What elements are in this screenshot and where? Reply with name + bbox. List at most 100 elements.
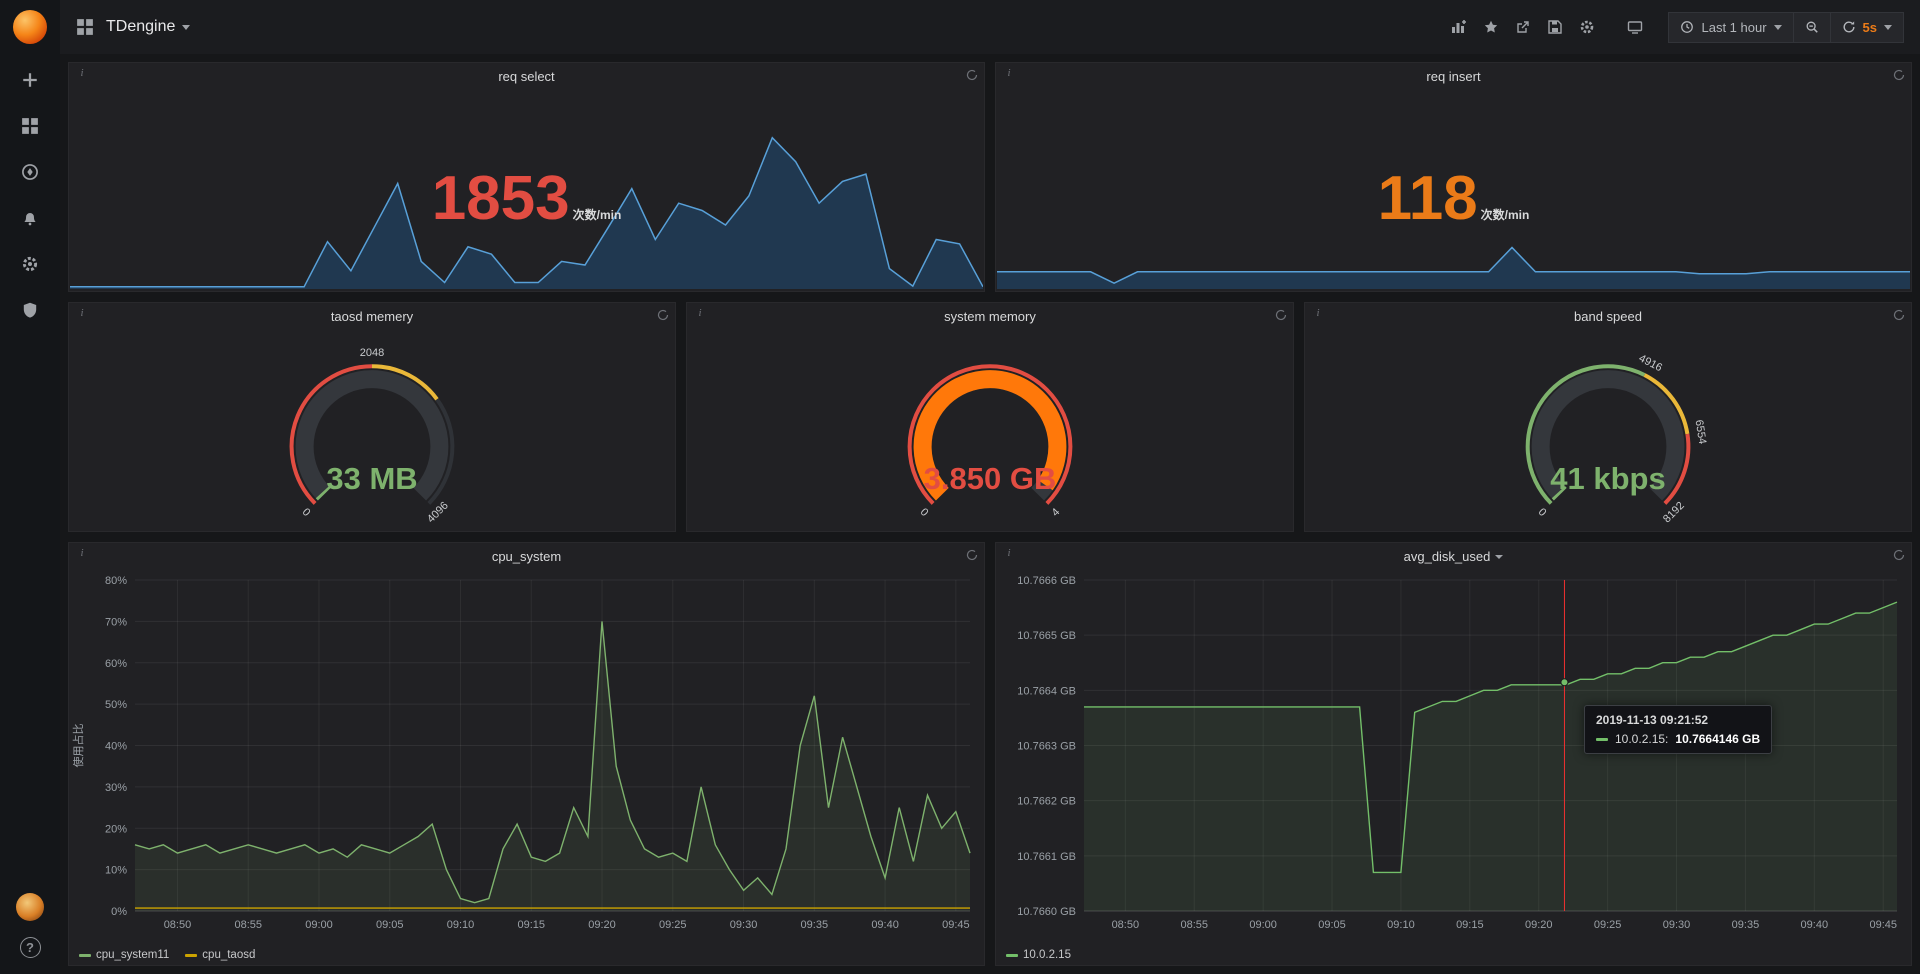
tooltip-value: 10.7664146 GB [1675, 732, 1760, 746]
panel-loading-icon [1893, 308, 1905, 326]
user-avatar[interactable] [16, 893, 44, 921]
grafana-logo-icon[interactable] [13, 10, 47, 44]
panel-title[interactable]: taosd memery [69, 303, 675, 330]
avg_disk_used-chart-svg: 10.7660 GB 10.7661 GB 10.7662 GB 10.7663 GB… [996, 570, 1911, 941]
panel-info-icon[interactable]: i [693, 306, 707, 320]
panel-cpu-system: i cpu_system 0%10%20%30%40%50%60%70%80%0… [68, 542, 985, 966]
series-color-icon [1596, 738, 1608, 741]
tv-mode-button[interactable] [1619, 12, 1651, 42]
gauge-threshold-label: 0 [918, 506, 931, 519]
panel-title-text: req select [498, 69, 554, 84]
y-tick-label: 10.7661 GB [1017, 851, 1076, 863]
panel-band-speed: i band speed 0491665548192 41 kbps [1304, 302, 1912, 532]
chart-legend: cpu_system11 cpu_taosd [79, 949, 255, 961]
x-tick-label: 09:45 [942, 919, 970, 931]
dashboard-grid-icon[interactable] [76, 18, 94, 36]
y-tick-label: 10.7663 GB [1017, 741, 1076, 753]
x-tick-label: 09:05 [1318, 919, 1346, 931]
chevron-down-icon [1774, 25, 1782, 30]
gauge-threshold-label: 4096 [425, 500, 451, 526]
stat-value: 118 [1378, 168, 1478, 230]
save-button[interactable] [1539, 12, 1571, 42]
panel-title[interactable]: cpu_system [69, 543, 984, 570]
chevron-down-icon[interactable] [182, 25, 190, 30]
system-memory-gauge: 04 [687, 330, 1293, 531]
server-admin-shield-icon[interactable] [20, 300, 40, 320]
panel-title-text: taosd memery [331, 309, 413, 324]
x-tick-label: 09:10 [447, 919, 475, 931]
hover-point [1561, 679, 1568, 686]
panel-menu-caret-icon[interactable] [1495, 555, 1503, 559]
add-panel-button[interactable] [1443, 12, 1475, 42]
panel-title[interactable]: band speed [1305, 303, 1911, 330]
explore-compass-icon[interactable] [20, 162, 40, 182]
tooltip-series-label: 10.0.2.15: [1615, 732, 1668, 746]
x-tick-label: 09:05 [376, 919, 404, 931]
cpu-system-chart: 0%10%20%30%40%50%60%70%80%08:5008:5509:0… [69, 570, 984, 941]
gauge-threshold-label: 2048 [360, 347, 384, 359]
refresh-button[interactable]: 5s [1830, 12, 1904, 43]
panel-taosd-memory: i taosd memery 020484096 33 MB [68, 302, 676, 532]
band-speed-gauge: 0491665548192 [1305, 330, 1911, 531]
legend-item[interactable]: cpu_system11 [79, 949, 169, 961]
x-tick-label: 09:15 [518, 919, 546, 931]
panel-info-icon[interactable]: i [75, 306, 89, 320]
panel-info-icon[interactable]: i [1311, 306, 1325, 320]
panel-title-text: req insert [1426, 69, 1480, 84]
legend-series-color [1006, 954, 1018, 957]
panel-loading-icon [1893, 68, 1905, 86]
avg-disk-used-chart: 10.7660 GB 10.7661 GB 10.7662 GB 10.7663 GB… [996, 570, 1911, 941]
chevron-down-icon [1884, 25, 1892, 30]
gauge-value: 33 MB [69, 461, 675, 497]
configuration-gear-icon[interactable] [20, 254, 40, 274]
taosd-memory-gauge: 020484096 [69, 330, 675, 531]
y-tick-label: 10% [105, 865, 127, 877]
panel-title[interactable]: system memory [687, 303, 1293, 330]
y-tick-label: 40% [105, 741, 127, 753]
panel-info-icon[interactable]: i [1002, 66, 1016, 80]
y-tick-label: 80% [105, 575, 127, 587]
stat-unit: 次数/min [573, 206, 622, 223]
cpu_system-chart-svg: 0%10%20%30%40%50%60%70%80%08:5008:5509:0… [69, 570, 984, 941]
create-plus-icon[interactable] [20, 70, 40, 90]
time-range-picker[interactable]: Last 1 hour [1668, 12, 1793, 43]
star-button[interactable] [1475, 12, 1507, 42]
dashboard-title[interactable]: TDengine [106, 18, 175, 36]
share-button[interactable] [1507, 12, 1539, 42]
legend-item[interactable]: 10.0.2.15 [1006, 949, 1071, 961]
panel-title[interactable]: req select [69, 63, 984, 90]
stat-value: 1853 [432, 168, 570, 230]
y-tick-label: 10.7665 GB [1017, 630, 1076, 642]
dashboards-grid-icon[interactable] [20, 116, 40, 136]
alerting-bell-icon[interactable] [20, 208, 40, 228]
panel-info-icon[interactable]: i [75, 546, 89, 560]
y-tick-label: 10.7660 GB [1017, 906, 1076, 918]
x-tick-label: 09:40 [871, 919, 899, 931]
x-tick-label: 09:15 [1456, 919, 1484, 931]
x-tick-label: 09:45 [1869, 919, 1897, 931]
chart-legend: 10.0.2.15 [1006, 949, 1071, 961]
y-tick-label: 10.7664 GB [1017, 685, 1076, 697]
panel-info-icon[interactable]: i [1002, 546, 1016, 560]
y-tick-label: 10.7666 GB [1017, 575, 1076, 587]
gauge-threshold-label: 4916 [1637, 352, 1664, 374]
panel-info-icon[interactable]: i [75, 66, 89, 80]
panel-title[interactable]: req insert [996, 63, 1911, 90]
zoom-out-button[interactable] [1793, 12, 1831, 43]
time-range-label: Last 1 hour [1701, 20, 1766, 35]
help-icon[interactable]: ? [20, 937, 41, 958]
refresh-icon [1842, 20, 1856, 34]
gauge-threshold-label: 4 [1050, 506, 1063, 519]
legend-series-name: 10.0.2.15 [1023, 949, 1071, 961]
y-axis-label: 使用占比 [71, 724, 85, 768]
y-tick-label: 60% [105, 658, 127, 670]
legend-item[interactable]: cpu_taosd [185, 949, 255, 961]
dashboard-settings-button[interactable] [1571, 12, 1603, 42]
panel-title-text: cpu_system [492, 549, 561, 564]
taosd_memory-gauge-svg: 020484096 [69, 330, 675, 531]
panel-title[interactable]: avg_disk_used [996, 543, 1911, 570]
y-tick-label: 10.7662 GB [1017, 796, 1076, 808]
x-tick-label: 09:40 [1801, 919, 1829, 931]
y-tick-label: 0% [111, 906, 127, 918]
system_memory-gauge-svg: 04 [687, 330, 1293, 531]
